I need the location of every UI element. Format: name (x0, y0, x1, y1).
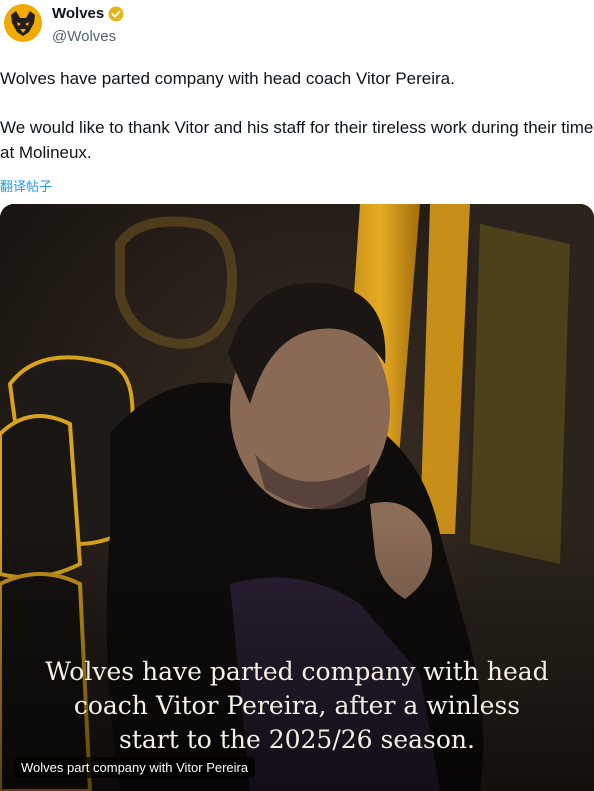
account-handle[interactable]: @Wolves (52, 28, 116, 45)
gold-verified-badge-icon[interactable] (108, 6, 124, 22)
overlay-line: coach Vitor Pereira, after a winless (73, 691, 521, 720)
tweet-paragraph: Wolves have parted company with head coa… (0, 69, 455, 88)
tweet-paragraph: We would like to thank Vitor and his sta… (0, 118, 594, 162)
media-overlay-text: Wolves have parted company with head coa… (30, 655, 564, 757)
wolf-crest-icon (11, 11, 35, 36)
overlay-line: start to the 2025/26 season. (119, 725, 475, 754)
account-display-name[interactable]: Wolves (52, 5, 104, 22)
translate-post-link[interactable]: 翻译帖子 (0, 176, 52, 195)
tweet-body: Wolves have parted company with head coa… (0, 66, 594, 165)
tweet-header: Wolves @Wolves (0, 0, 594, 50)
tweet-media-image[interactable]: Wolves have parted company with head coa… (0, 204, 594, 791)
overlay-line: Wolves have parted company with head (45, 657, 549, 686)
account-avatar[interactable] (4, 4, 42, 42)
media-caption-badge: Wolves part company with Vitor Pereira (14, 757, 256, 778)
